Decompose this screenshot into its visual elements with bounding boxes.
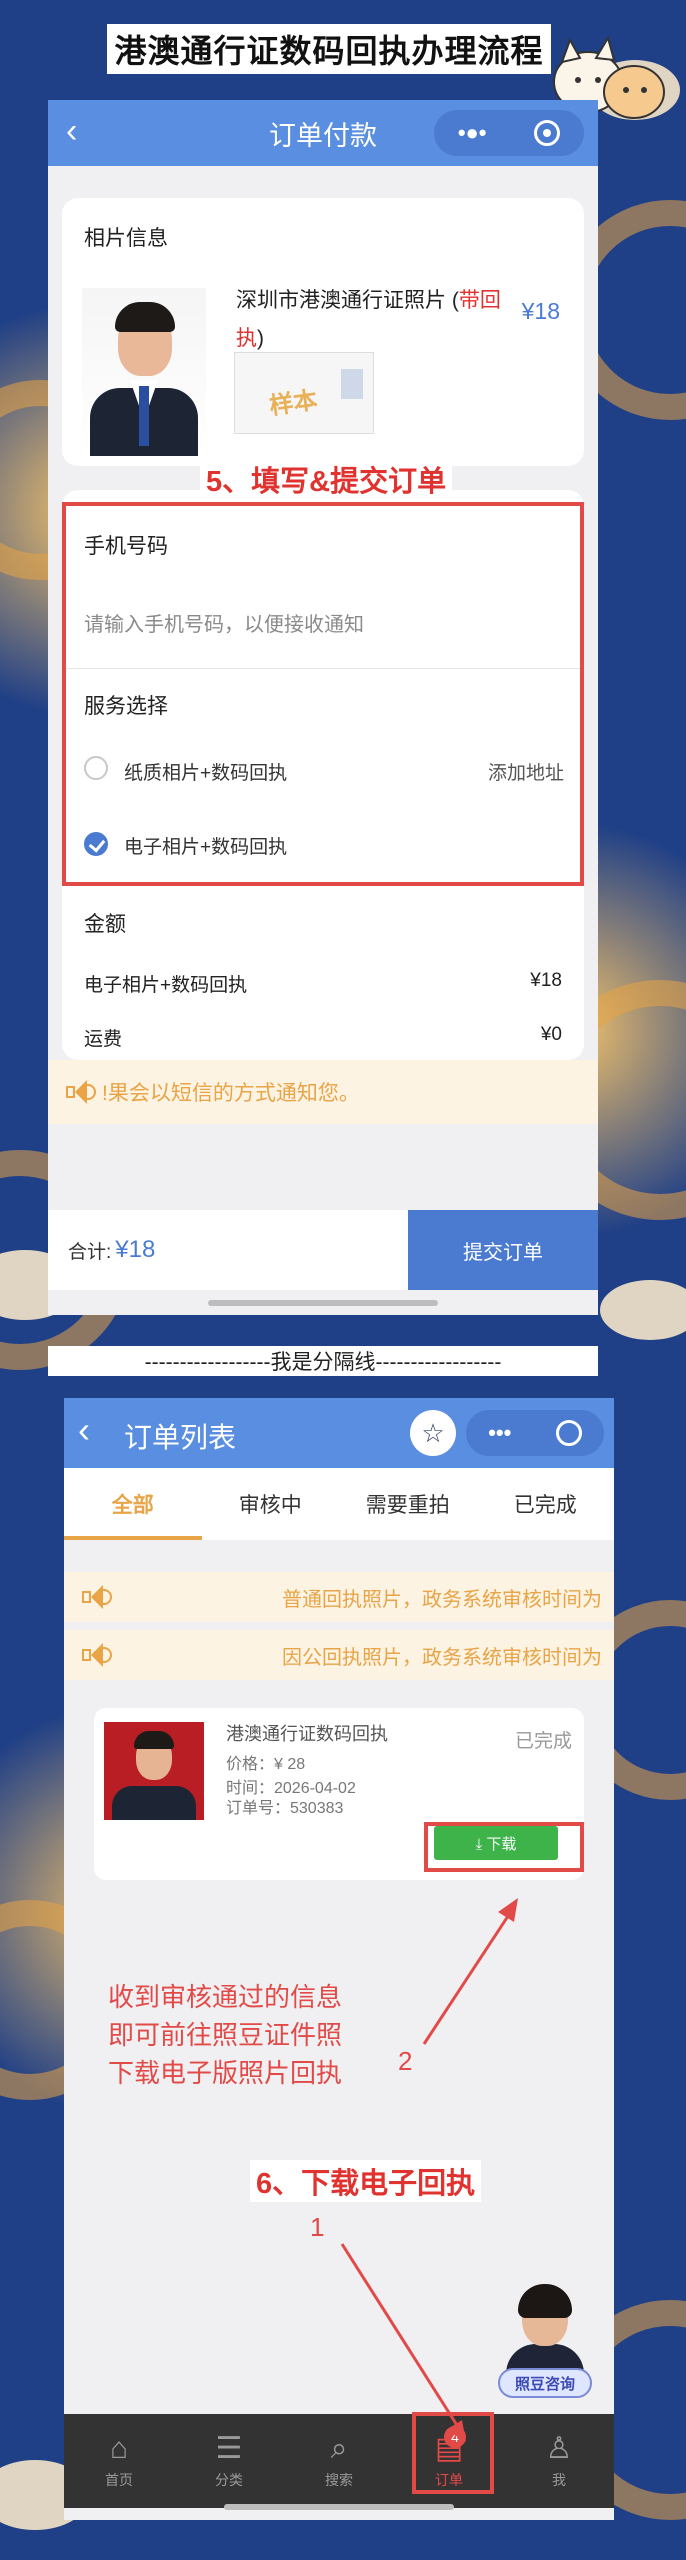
order-thumbnail bbox=[104, 1722, 204, 1820]
back-icon[interactable]: ‹ bbox=[78, 1412, 90, 1448]
back-icon[interactable]: ‹ bbox=[66, 114, 77, 148]
user-icon: ♙ bbox=[545, 2432, 573, 2465]
notice-official-text: 因公回执照片，政务系统审核时间为 bbox=[282, 1646, 602, 1669]
home-indicator bbox=[208, 1300, 438, 1306]
nav-bar: ‹ 订单付款 •●• bbox=[48, 100, 598, 166]
home-icon: ⌂ bbox=[109, 2432, 129, 2465]
consult-assistant-button[interactable]: 照豆咨询 bbox=[494, 2284, 594, 2404]
tabbar-item-category[interactable]: ☰ 分类 bbox=[174, 2414, 284, 2508]
nav-title-2: 订单列表 bbox=[124, 1422, 237, 1453]
close-miniapp-icon[interactable] bbox=[555, 1420, 582, 1446]
order-status: 已完成 bbox=[514, 1731, 572, 1752]
favorite-star-icon[interactable]: ☆ bbox=[410, 1410, 456, 1456]
tab-all[interactable]: 全部 bbox=[64, 1468, 202, 1540]
home-indicator bbox=[224, 2504, 454, 2510]
highlight-box-download bbox=[424, 1822, 584, 1872]
order-number: 订单号：530383 bbox=[226, 1800, 344, 1817]
tabbar-item-me[interactable]: ♙ 我 bbox=[504, 2414, 614, 2508]
annotation-number-2: 2 bbox=[398, 2046, 413, 2076]
nav-bar-2: ‹ 订单列表 ☆ ••• bbox=[64, 1398, 614, 1468]
more-icon[interactable]: •●• bbox=[458, 120, 487, 146]
annotation-number-1: 1 bbox=[310, 2212, 325, 2242]
consult-label: 照豆咨询 bbox=[498, 2368, 592, 2398]
category-icon: ☰ bbox=[215, 2432, 243, 2465]
speaker-icon bbox=[82, 1585, 112, 1609]
search-icon: ⌕ bbox=[330, 2432, 348, 2465]
amount-row-service: 电子相片+数码回执 ¥18 bbox=[84, 970, 562, 996]
miniapp-capsule-2[interactable]: ••• bbox=[466, 1410, 604, 1456]
tabbar-item-search[interactable]: ⌕ 搜索 bbox=[284, 2414, 394, 2508]
order-tabs: 全部 审核中 需要重拍 已完成 bbox=[64, 1468, 614, 1540]
photo-section-label: 相片信息 bbox=[84, 227, 168, 250]
order-title: 港澳通行证数码回执 bbox=[226, 1724, 388, 1744]
notice-normal: 普通回执照片，政务系统审核时间为 bbox=[64, 1572, 614, 1622]
step6-label: 6、下载电子回执 bbox=[250, 2160, 482, 2202]
checkout-bar: 合计: ¥18 提交订单 bbox=[48, 1210, 598, 1290]
notice-official: 因公回执照片，政务系统审核时间为 bbox=[64, 1630, 614, 1680]
total-amount: 合计: ¥18 bbox=[68, 1236, 156, 1263]
tab-retake[interactable]: 需要重拍 bbox=[339, 1468, 477, 1540]
speaker-icon bbox=[66, 1080, 96, 1104]
close-miniapp-icon[interactable] bbox=[534, 120, 561, 146]
notice-normal-text: 普通回执照片，政务系统审核时间为 bbox=[282, 1588, 602, 1611]
more-icon[interactable]: ••• bbox=[488, 1420, 511, 1446]
amount-label: 金额 bbox=[84, 913, 126, 936]
separator-line: ------------------我是分隔线-----------------… bbox=[48, 1346, 598, 1376]
highlight-box-orders-tab bbox=[412, 2412, 494, 2494]
sample-receipt-image: 样本 bbox=[234, 352, 374, 434]
step5-label: 5、填写&提交订单 bbox=[200, 458, 453, 500]
page-title: 港澳通行证数码回执办理流程 bbox=[107, 24, 551, 74]
tab-completed[interactable]: 已完成 bbox=[477, 1468, 615, 1540]
bottom-tab-bar: ⌂ 首页 ☰ 分类 ⌕ 搜索 ▤ 订单 4 ♙ 我 bbox=[64, 2414, 614, 2508]
notice-bar: !果会以短信的方式通知您。 bbox=[48, 1060, 598, 1124]
order-payment-screen: ‹ 订单付款 •●• 相片信息 深圳市港澳通行证照片 (带回执) ¥18 样本 … bbox=[48, 100, 598, 1315]
annotation-instructions: 收到审核通过的信息 即可前往照豆证件照 下载电子版照片回执 bbox=[108, 1982, 343, 2088]
product-price: ¥18 bbox=[521, 298, 560, 324]
product-name: 深圳市港澳通行证照片 (带回执) bbox=[236, 289, 501, 350]
highlight-box-form bbox=[62, 502, 584, 886]
order-price: 价格：¥ 28 bbox=[226, 1756, 306, 1773]
speaker-icon bbox=[82, 1643, 112, 1667]
amount-row-shipping: 运费 ¥0 bbox=[84, 1024, 562, 1050]
tabbar-item-home[interactable]: ⌂ 首页 bbox=[64, 2414, 174, 2508]
submit-order-button[interactable]: 提交订单 bbox=[408, 1210, 598, 1290]
notice-text: !果会以短信的方式通知您。 bbox=[102, 1082, 360, 1105]
portrait-photo bbox=[82, 288, 206, 456]
miniapp-capsule[interactable]: •●• bbox=[434, 110, 584, 156]
tab-reviewing[interactable]: 审核中 bbox=[202, 1468, 340, 1540]
